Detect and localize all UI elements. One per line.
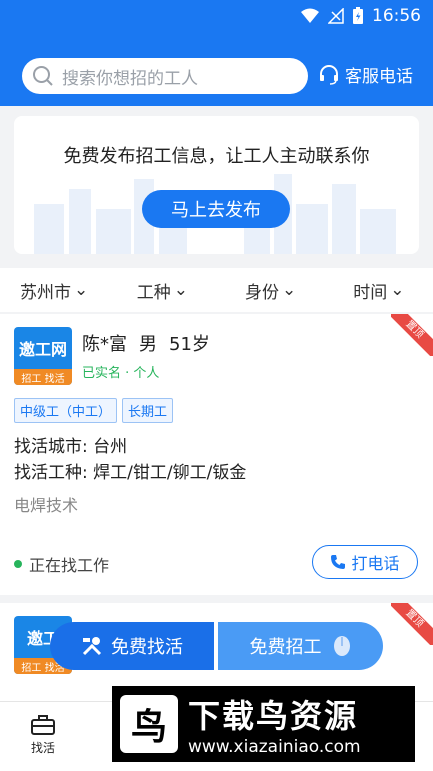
avatar: 邀工网 招工 找活 <box>14 327 72 385</box>
filter-identity-label: 身份 <box>245 282 279 303</box>
worker-name-line: 陈*富 男 51岁 <box>82 330 210 356</box>
banner-text: 免费发布招工信息，让工人主动联系你 <box>63 146 370 167</box>
tag-level: 中级工（中工） <box>14 398 118 423</box>
work-trades: 找活工种: 焊工/钳工/铆工/钣金 <box>14 463 247 483</box>
briefcase-icon <box>31 715 55 735</box>
call-button[interactable]: 打电话 <box>312 545 418 579</box>
worker-gender: 男 <box>139 334 157 355</box>
tools-icon <box>82 637 102 656</box>
filter-trade[interactable]: 工种 ⌄ <box>108 268 216 312</box>
battery-icon <box>353 7 363 24</box>
chevron-down-icon: ⌄ <box>173 280 188 300</box>
avatar-sub-text: 招工 找活 <box>14 369 72 385</box>
tag-duration: 长期工 <box>122 398 174 423</box>
pinned-ribbon-label: 置顶 <box>391 314 433 356</box>
chevron-down-icon: ⌄ <box>390 280 405 300</box>
worker-name: 陈*富 <box>82 334 127 355</box>
helmet-icon <box>333 636 350 656</box>
worker-age: 51岁 <box>169 334 210 355</box>
watermark-logo: 鸟 <box>120 695 178 753</box>
worker-card[interactable]: 邀工网 招工 找活 陈*富 男 51岁 已实名 · 个人 置顶 中级工（中工） … <box>0 314 433 595</box>
publish-banner: 免费发布招工信息，让工人主动联系你 马上去发布 <box>14 116 419 254</box>
filter-time-label: 时间 <box>353 282 388 303</box>
wifi-icon <box>301 8 319 23</box>
tab-find-work[interactable]: 找活 <box>14 714 72 756</box>
watermark-texts: 下载鸟资源 www.xiazainiao.com <box>188 691 361 757</box>
chevron-down-icon: ⌄ <box>282 280 297 300</box>
pinned-ribbon-label: 置顶 <box>391 603 433 645</box>
avatar-logo-text: 邀工网 <box>18 340 67 359</box>
filter-time[interactable]: 时间 ⌄ <box>325 268 433 312</box>
worker-skill: 电焊技术 <box>14 496 79 515</box>
filter-trade-label: 工种 <box>136 282 171 303</box>
publish-button[interactable]: 马上去发布 <box>142 190 290 228</box>
hire-button[interactable]: 免费招工 <box>218 622 383 670</box>
search-icon <box>33 66 53 86</box>
phone-icon <box>331 555 346 569</box>
pinned-ribbon: 置顶 <box>391 603 433 645</box>
status-time: 16:56 <box>372 6 421 26</box>
watermark-title: 下载鸟资源 <box>188 697 359 735</box>
search-input[interactable]: 搜索你想招的工人 <box>22 58 308 94</box>
pinned-ribbon: 置顶 <box>391 314 433 356</box>
tab-find-label: 找活 <box>30 741 55 755</box>
signal-icon <box>328 8 344 24</box>
work-city: 找活城市: 台州 <box>14 437 128 457</box>
status-dot-icon <box>14 560 22 568</box>
job-status-label: 正在找工作 <box>29 556 110 575</box>
watermark-url: www.xiazainiao.com <box>188 737 361 757</box>
headset-icon <box>320 64 338 85</box>
status-bar: 16:56 <box>0 0 433 32</box>
filter-city[interactable]: 苏州市 ⌄ <box>0 268 108 312</box>
worker-tags: 中级工（中工） 长期工 <box>14 398 174 423</box>
hire-label: 免费招工 <box>249 637 322 658</box>
search-placeholder: 搜索你想招的工人 <box>62 68 198 89</box>
find-work-button[interactable]: 免费找活 <box>50 622 214 670</box>
chevron-down-icon: ⌄ <box>74 280 89 300</box>
find-work-label: 免费找活 <box>111 637 183 658</box>
job-status: 正在找工作 <box>14 552 109 576</box>
filter-identity[interactable]: 身份 ⌄ <box>217 268 325 312</box>
watermark-overlay: 鸟 下载鸟资源 www.xiazainiao.com <box>112 686 415 762</box>
verified-badge: 已实名 · 个人 <box>82 366 160 381</box>
filter-city-label: 苏州市 <box>20 282 71 303</box>
call-button-label: 打电话 <box>351 554 400 573</box>
header: 搜索你想招的工人 客服电话 <box>0 32 433 106</box>
floating-action-bar: 免费找活 免费招工 <box>50 622 383 670</box>
customer-service-label: 客服电话 <box>345 67 413 87</box>
customer-service-button[interactable]: 客服电话 <box>318 62 413 87</box>
filter-bar: 苏州市 ⌄ 工种 ⌄ 身份 ⌄ 时间 ⌄ <box>0 268 433 312</box>
